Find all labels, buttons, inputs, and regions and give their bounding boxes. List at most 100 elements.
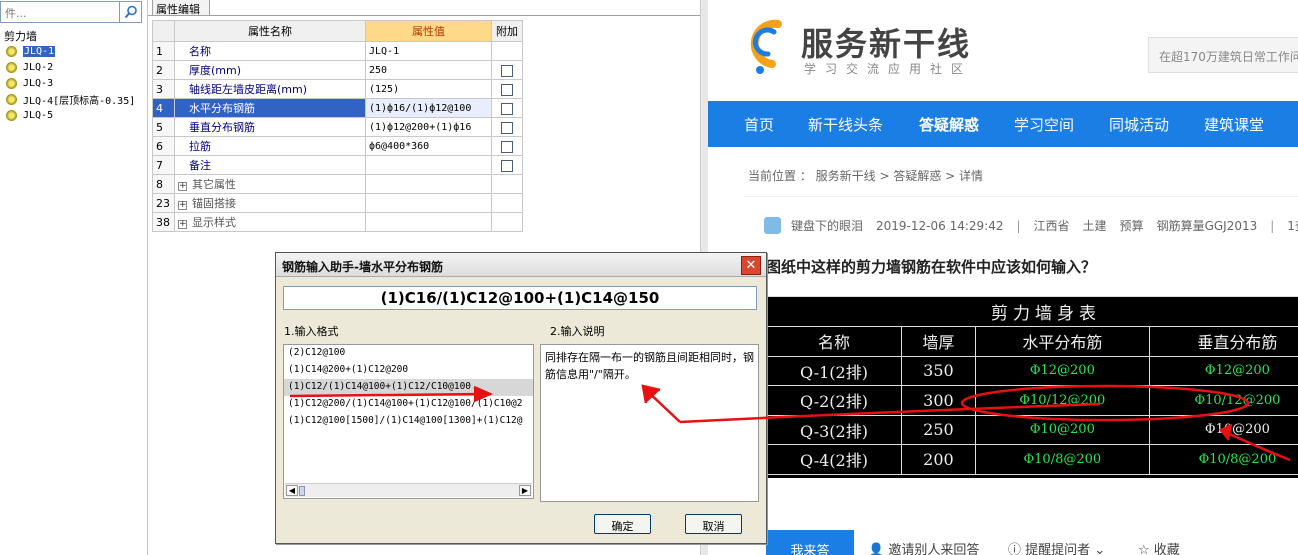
view-count: 1查看	[1287, 219, 1298, 233]
breadcrumb: 当前位置 ： 服务新干线 > 答疑解惑 > 详情	[748, 169, 983, 183]
column-header-name: 属性名称	[174, 20, 366, 42]
table-row-group: 23 + 锚固搭接	[152, 193, 523, 213]
property-value-cell[interactable]: 250	[365, 60, 492, 80]
property-value-cell[interactable]: ф6@400*360	[365, 136, 492, 156]
component-icon	[6, 78, 17, 89]
input-description-label: 2.输入说明	[550, 325, 605, 338]
table-row: 2 厚度(mm) 250	[152, 60, 523, 80]
brand-name[interactable]: 服务新干线	[801, 19, 971, 65]
component-search-input[interactable]: 件...	[0, 1, 120, 23]
tree-root-shear-wall[interactable]: 剪力墙	[4, 28, 37, 44]
nav-qa[interactable]: 答疑解惑	[919, 114, 979, 135]
extra-checkbox[interactable]	[501, 121, 513, 134]
property-value-cell[interactable]: (125)	[365, 79, 492, 99]
star-icon: ☆	[1138, 543, 1154, 555]
format-description: 同排存在隔一布一的钢筋且间距相同时，钢筋信息用"/"隔开。	[540, 344, 759, 502]
component-icon	[6, 94, 17, 105]
tag[interactable]: 钢筋算量GGJ2013	[1157, 217, 1258, 234]
table-row: Q-2(2排) 300 Φ10/12@200 Φ10/12@200	[766, 385, 1298, 416]
tab-property-edit[interactable]: 属性编辑	[152, 0, 210, 16]
avatar[interactable]	[764, 217, 781, 234]
extra-checkbox[interactable]	[501, 140, 513, 153]
expand-plus-icon[interactable]: +	[178, 182, 187, 191]
table-row: 4 水平分布钢筋 (1)ф16/(1)ф12@100	[152, 98, 523, 118]
nav-learning[interactable]: 学习空间	[1014, 114, 1074, 135]
close-icon[interactable]: ✕	[741, 256, 761, 275]
table-row: Q-3(2排) 250 Φ10@200 Φ10@200	[766, 414, 1298, 445]
tree-item[interactable]: JLQ-2	[6, 60, 53, 75]
table-row: 3 轴线距左墙皮距离(mm) (125)	[152, 79, 523, 99]
table-row: 6 拉筋 ф6@400*360	[152, 136, 523, 156]
table-row: 1 名称 JLQ-1	[152, 41, 523, 61]
search-icon[interactable]	[120, 1, 142, 23]
question-meta: 键盘下的眼泪 2019-12-06 14:29:42 | 江西省 土建 预算 钢…	[764, 217, 1298, 234]
format-list[interactable]: (2)C12@100 (1)C14@200+(1)C12@200 (1)C12/…	[283, 344, 534, 499]
remind-asker-link[interactable]: ⓘ 提醒提问者 ⌄	[1008, 539, 1105, 555]
column-header-value: 属性值	[365, 20, 492, 42]
property-grid: 属性名称 属性值 附加 1 名称 JLQ-1 2 厚度(mm) 250 3 轴线…	[152, 20, 523, 232]
list-item[interactable]: (1)C12/(1)C14@100+(1)C12/C10@100	[284, 379, 533, 396]
component-icon	[6, 46, 17, 57]
table-row-group: 38 + 显示样式	[152, 212, 523, 232]
info-icon: ⓘ	[1008, 543, 1026, 555]
ok-button[interactable]: 确定	[594, 514, 651, 534]
tag[interactable]: 土建	[1083, 217, 1107, 234]
horizontal-scrollbar[interactable]: ◀ ▶	[285, 483, 532, 497]
tree-item[interactable]: JLQ-5	[6, 108, 53, 123]
table-title: 剪力墙身表	[766, 296, 1298, 327]
chevron-down-icon: ⌄	[1090, 543, 1106, 555]
shear-wall-table-image[interactable]: 剪力墙身表 名称 墙厚 水平分布筋 垂直分布筋 Q-1(2排) 350 Φ12@…	[766, 296, 1298, 478]
answer-button[interactable]: 我来答	[766, 530, 854, 555]
extra-checkbox[interactable]	[501, 102, 513, 115]
tree-item[interactable]: JLQ-3	[6, 76, 53, 91]
scroll-right-icon[interactable]: ▶	[519, 485, 531, 496]
nav-classroom[interactable]: 建筑课堂	[1204, 114, 1264, 135]
property-value-cell[interactable]: (1)ф12@200+(1)ф16	[365, 117, 492, 137]
main-nav: 首页 新干线头条 答疑解惑 学习空间 同城活动 建筑课堂	[708, 101, 1298, 147]
expand-plus-icon[interactable]: +	[178, 201, 187, 210]
table-row: 7 备注	[152, 155, 523, 175]
cancel-button[interactable]: 取消	[685, 514, 742, 534]
table-row: 5 垂直分布钢筋 (1)ф12@200+(1)ф16	[152, 117, 523, 137]
scroll-left-icon[interactable]: ◀	[286, 485, 298, 496]
component-icon	[6, 62, 17, 73]
user-icon: 👤	[868, 543, 889, 555]
invite-answer-link[interactable]: 👤 邀请别人来回答	[868, 539, 979, 555]
nav-events[interactable]: 同城活动	[1109, 114, 1169, 135]
rebar-formula-input[interactable]: (1)C16/(1)C12@100+(1)C14@150	[283, 286, 757, 310]
property-value-cell[interactable]	[365, 155, 492, 175]
property-value-cell[interactable]: (1)ф16/(1)ф12@100	[365, 98, 492, 118]
list-item[interactable]: (1)C14@200+(1)C12@200	[284, 362, 533, 379]
table-row: Q-4(2排) 200 Φ10/8@200 Φ10/8@200	[766, 444, 1298, 475]
list-item[interactable]: (1)C12@200/(1)C14@100+(1)C12@100/(1)C10@…	[284, 396, 533, 413]
forum-webpage: 服务新干线 学习交流应用社区 在超170万建筑日常工作问 首页 新干线头条 答疑…	[708, 0, 1298, 555]
column-header-extra: 附加	[491, 20, 523, 42]
component-icon	[6, 110, 17, 121]
component-tree-panel: 件... 剪力墙 JLQ-1 JLQ-2 JLQ-3 JLQ-4[层顶标高-0.…	[0, 0, 148, 555]
post-time: 2019-12-06 14:29:42	[876, 218, 1004, 233]
tree-item[interactable]: JLQ-1	[6, 44, 56, 59]
property-value-cell[interactable]: JLQ-1	[365, 41, 492, 61]
table-row-group: 8 + 其它属性	[152, 174, 523, 194]
extra-checkbox[interactable]	[501, 159, 513, 172]
brand-logo-icon	[750, 19, 782, 74]
input-format-label: 1.输入格式	[284, 325, 339, 338]
table-row: Q-1(2排) 350 Φ12@200 Φ12@200	[766, 355, 1298, 386]
tree-item[interactable]: JLQ-4[层顶标高-0.35]	[6, 92, 135, 107]
favorite-link[interactable]: ☆ 收藏	[1138, 539, 1180, 555]
nav-headlines[interactable]: 新干线头条	[808, 114, 883, 135]
list-item[interactable]: (2)C12@100	[284, 345, 533, 362]
nav-home[interactable]: 首页	[744, 114, 774, 135]
site-search-input[interactable]: 在超170万建筑日常工作问	[1148, 37, 1298, 73]
brand-slogan: 学习交流应用社区	[804, 62, 973, 76]
list-item[interactable]: (1)C12@100[1500]/(1)C14@100[1300]+(1)C12…	[284, 413, 533, 430]
rebar-input-dialog: 钢筋输入助手-墙水平分布钢筋 ✕ (1)C16/(1)C12@100+(1)C1…	[275, 252, 767, 544]
tag[interactable]: 预算	[1120, 217, 1144, 234]
dialog-title[interactable]: 钢筋输入助手-墙水平分布钢筋	[276, 253, 766, 277]
expand-plus-icon[interactable]: +	[178, 220, 187, 229]
question-title: 图纸中这样的剪力墙钢筋在软件中应该如何输入？	[766, 258, 1097, 276]
extra-checkbox[interactable]	[501, 83, 513, 96]
scroll-thumb[interactable]	[299, 486, 305, 496]
extra-checkbox[interactable]	[501, 64, 513, 77]
author-name[interactable]: 键盘下的眼泪	[791, 217, 863, 234]
